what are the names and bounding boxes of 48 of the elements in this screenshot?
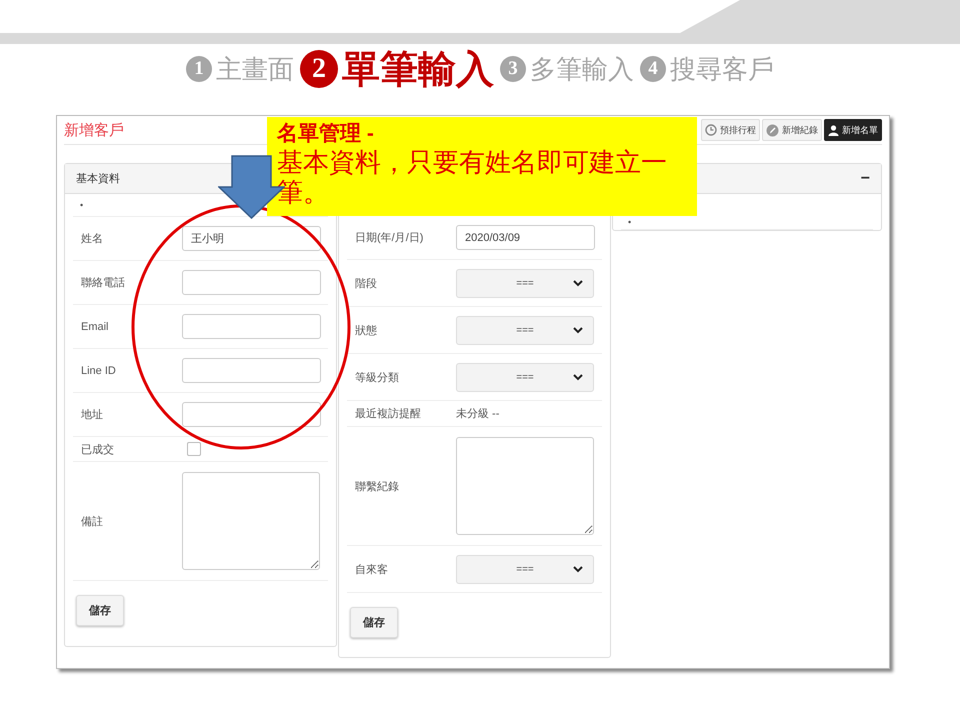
text-area[interactable] bbox=[182, 472, 320, 570]
field-label: 等級分類 bbox=[355, 370, 400, 384]
input-field[interactable] bbox=[182, 402, 321, 427]
page-title: 新增客戶 bbox=[64, 121, 124, 140]
field-label: 階段 bbox=[355, 276, 378, 290]
field-label: 日期(年/月/日) bbox=[355, 231, 424, 245]
field-label: 姓名 bbox=[81, 232, 104, 246]
field-label: 已成交 bbox=[81, 442, 115, 456]
field-label: 備註 bbox=[81, 514, 104, 528]
person-icon bbox=[828, 124, 839, 136]
field-label: Email bbox=[81, 320, 110, 332]
input-field[interactable] bbox=[182, 358, 321, 383]
checkbox[interactable] bbox=[187, 442, 201, 456]
field-label: 自來客 bbox=[355, 562, 389, 576]
input-field[interactable]: 王小明 bbox=[182, 226, 321, 251]
field-label: 狀態 bbox=[355, 324, 378, 338]
step-tab[interactable]: 2 單筆輸入 bbox=[300, 44, 494, 94]
chevron-down-icon bbox=[573, 566, 583, 572]
collapse-button[interactable]: − bbox=[860, 170, 870, 188]
toolbar-button[interactable]: 預排行程 bbox=[701, 119, 760, 141]
select-field[interactable]: === bbox=[456, 554, 594, 584]
select-field[interactable]: === bbox=[456, 268, 594, 298]
callout-text: 基本資料，只要有姓名即可建立一筆。 bbox=[277, 147, 668, 207]
field-label: 地址 bbox=[81, 408, 104, 422]
text-area[interactable] bbox=[456, 437, 594, 535]
pencil-icon bbox=[766, 124, 779, 136]
select-field[interactable]: === bbox=[456, 316, 594, 344]
chevron-down-icon bbox=[573, 326, 583, 334]
chevron-down-icon bbox=[573, 374, 583, 380]
save-button[interactable]: 儲存 bbox=[350, 607, 398, 638]
field-label: 最近複訪提醒 bbox=[355, 406, 422, 421]
panel-title: 基本資料 bbox=[76, 172, 120, 186]
callout-title: 名單管理 - bbox=[277, 121, 375, 147]
field-label: 聯繫紀錄 bbox=[355, 480, 400, 494]
select-field[interactable]: === bbox=[456, 362, 594, 392]
field-label: 聯絡電話 bbox=[81, 276, 126, 290]
input-field[interactable] bbox=[182, 270, 321, 295]
input-field[interactable] bbox=[182, 314, 321, 339]
chevron-down-icon bbox=[573, 280, 583, 286]
field-label: Line ID bbox=[81, 364, 117, 376]
input-field[interactable]: 2020/03/09 bbox=[456, 225, 595, 250]
bullet-mark: • bbox=[80, 200, 84, 210]
clock-icon bbox=[705, 124, 717, 136]
toolbar-button[interactable]: 新增名單 bbox=[824, 119, 882, 141]
field-value: 未分級 -- bbox=[456, 407, 500, 421]
toolbar-button[interactable]: 新增紀錄 bbox=[762, 119, 822, 141]
bullet-mark: • bbox=[628, 218, 632, 227]
save-button[interactable]: 儲存 bbox=[76, 595, 124, 626]
